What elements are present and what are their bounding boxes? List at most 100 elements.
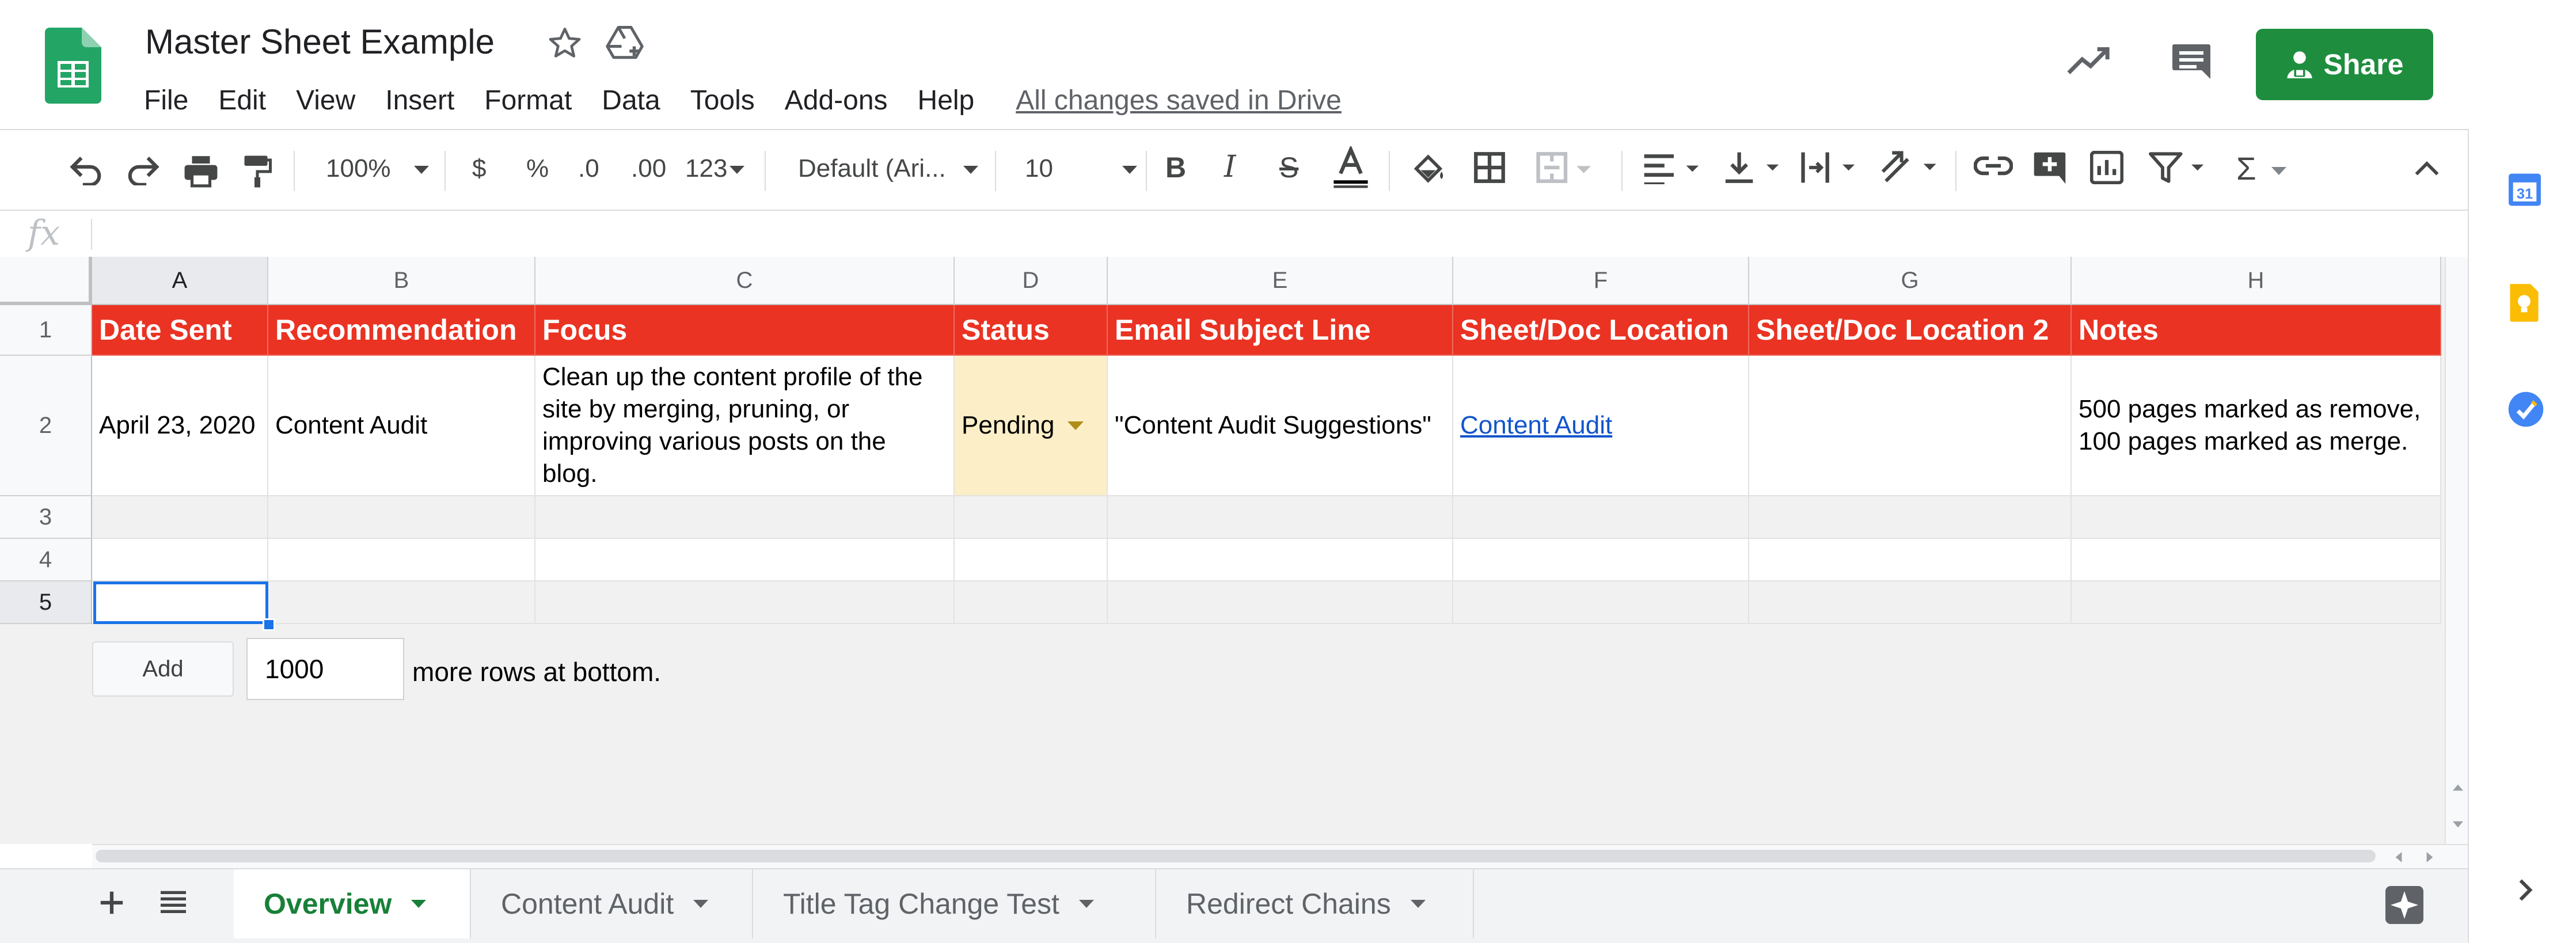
cell-focus[interactable]: Clean up the content profile of the site…	[535, 356, 955, 496]
header-cell-email-subject[interactable]: Email Subject Line	[1108, 305, 1453, 356]
print-icon[interactable]	[183, 154, 219, 188]
formula-input[interactable]	[104, 211, 2407, 256]
empty-cell[interactable]	[1749, 496, 2072, 539]
header-cell-location[interactable]: Sheet/Doc Location	[1453, 305, 1749, 356]
header-cell-date-sent[interactable]: Date Sent	[92, 305, 268, 356]
save-status-link[interactable]: All changes saved in Drive	[1016, 85, 1342, 116]
menu-file[interactable]: File	[144, 85, 188, 116]
cell-recommendation[interactable]: Content Audit	[268, 356, 535, 496]
menu-help[interactable]: Help	[918, 85, 975, 116]
empty-cell[interactable]	[535, 496, 955, 539]
insert-chart-icon[interactable]	[2090, 151, 2123, 184]
row-header-4[interactable]: 4	[0, 539, 92, 581]
empty-cell[interactable]	[1453, 496, 1749, 539]
scroll-left-icon[interactable]	[2395, 852, 2402, 862]
currency-format-button[interactable]: $	[472, 154, 486, 183]
row-header-5[interactable]: 5	[0, 581, 92, 624]
horizontal-align-icon[interactable]	[1642, 153, 1705, 184]
horizontal-scroll-thumb[interactable]	[96, 850, 2376, 862]
dropdown-arrow-icon[interactable]	[1067, 421, 1084, 430]
empty-cell[interactable]	[2072, 539, 2441, 581]
empty-cell[interactable]	[1108, 581, 1453, 624]
empty-cell[interactable]	[92, 539, 268, 581]
empty-cell[interactable]	[535, 539, 955, 581]
header-cell-location-2[interactable]: Sheet/Doc Location 2	[1749, 305, 2072, 356]
column-header-f[interactable]: F	[1453, 257, 1749, 305]
column-header-b[interactable]: B	[268, 257, 535, 305]
empty-cell[interactable]	[955, 581, 1108, 624]
cell-location[interactable]: Content Audit	[1453, 356, 1749, 496]
scroll-right-icon[interactable]	[2426, 852, 2433, 862]
content-audit-link[interactable]: Content Audit	[1460, 411, 1612, 440]
increase-decimal-button[interactable]: .00	[631, 154, 666, 183]
header-cell-status[interactable]: Status	[955, 305, 1108, 356]
tab-overview[interactable]: Overview	[234, 869, 471, 938]
paint-format-icon[interactable]	[242, 154, 273, 189]
text-wrapping-icon[interactable]	[1799, 151, 1862, 184]
text-color-icon[interactable]	[1330, 146, 1371, 189]
menu-insert[interactable]: Insert	[385, 85, 454, 116]
menu-edit[interactable]: Edit	[218, 85, 266, 116]
calendar-icon[interactable]: 31	[2507, 169, 2543, 207]
empty-cell[interactable]	[955, 496, 1108, 539]
cell-status-dropdown[interactable]: Pending	[955, 356, 1108, 496]
zoom-select[interactable]: 100%	[326, 154, 429, 183]
header-cell-recommendation[interactable]: Recommendation	[268, 305, 535, 356]
text-rotation-icon[interactable]	[1879, 150, 1943, 184]
empty-cell[interactable]	[955, 539, 1108, 581]
empty-cell[interactable]	[268, 539, 535, 581]
vertical-align-icon[interactable]	[1723, 151, 1786, 184]
empty-cell[interactable]	[1453, 581, 1749, 624]
rows-count-input[interactable]: 1000	[246, 638, 404, 700]
all-sheets-icon[interactable]	[159, 890, 188, 915]
more-formats-select[interactable]: 123	[685, 154, 745, 183]
explore-icon[interactable]	[2384, 884, 2425, 926]
scroll-down-icon[interactable]	[2453, 821, 2463, 828]
font-size-select[interactable]: 10	[1025, 154, 1137, 183]
menu-view[interactable]: View	[296, 85, 355, 116]
header-cell-focus[interactable]: Focus	[535, 305, 955, 356]
menu-data[interactable]: Data	[602, 85, 660, 116]
expand-panel-icon[interactable]	[2517, 877, 2533, 903]
column-header-c[interactable]: C	[535, 257, 955, 305]
empty-cell[interactable]	[2072, 581, 2441, 624]
move-to-drive-icon[interactable]	[606, 25, 644, 61]
column-header-e[interactable]: E	[1108, 257, 1453, 305]
empty-cell[interactable]	[1749, 539, 2072, 581]
empty-cell[interactable]	[268, 496, 535, 539]
row-header-1[interactable]: 1	[0, 305, 92, 356]
column-header-h[interactable]: H	[2072, 257, 2441, 305]
empty-cell[interactable]	[1108, 496, 1453, 539]
cell-notes[interactable]: 500 pages marked as remove, 100 pages ma…	[2072, 356, 2441, 496]
italic-icon[interactable]: I	[1224, 150, 1236, 184]
borders-icon[interactable]	[1473, 151, 1506, 184]
tasks-icon[interactable]	[2507, 390, 2545, 428]
menu-format[interactable]: Format	[484, 85, 572, 116]
share-button[interactable]: Share	[2256, 29, 2433, 100]
bold-icon[interactable]: B	[1165, 151, 1186, 184]
menu-add-ons[interactable]: Add-ons	[785, 85, 888, 116]
sheets-logo-icon[interactable]	[45, 28, 101, 104]
collapse-toolbar-icon[interactable]	[2415, 160, 2439, 176]
add-rows-button[interactable]: Add	[92, 641, 234, 697]
empty-cell[interactable]	[1453, 539, 1749, 581]
column-header-g[interactable]: G	[1749, 257, 2072, 305]
empty-cell[interactable]	[535, 581, 955, 624]
chevron-down-icon[interactable]	[1078, 900, 1094, 908]
empty-cell[interactable]	[268, 581, 535, 624]
merge-cells-icon[interactable]	[1534, 151, 1597, 184]
comments-icon[interactable]	[2171, 43, 2212, 81]
empty-cell[interactable]	[1108, 539, 1453, 581]
insert-comment-icon[interactable]	[2032, 151, 2067, 185]
cell-location-2[interactable]	[1749, 356, 2072, 496]
header-cell-notes[interactable]: Notes	[2072, 305, 2441, 356]
chevron-down-icon[interactable]	[411, 900, 427, 908]
row-header-3[interactable]: 3	[0, 496, 92, 539]
horizontal-scrollbar[interactable]	[92, 844, 2468, 868]
undo-icon[interactable]	[68, 154, 104, 185]
vertical-scrollbar[interactable]	[2445, 257, 2469, 844]
cell-date-sent[interactable]: April 23, 2020	[92, 356, 268, 496]
empty-cell[interactable]	[2072, 496, 2441, 539]
activity-trend-icon[interactable]	[2067, 45, 2111, 77]
scroll-up-icon[interactable]	[2453, 784, 2463, 791]
